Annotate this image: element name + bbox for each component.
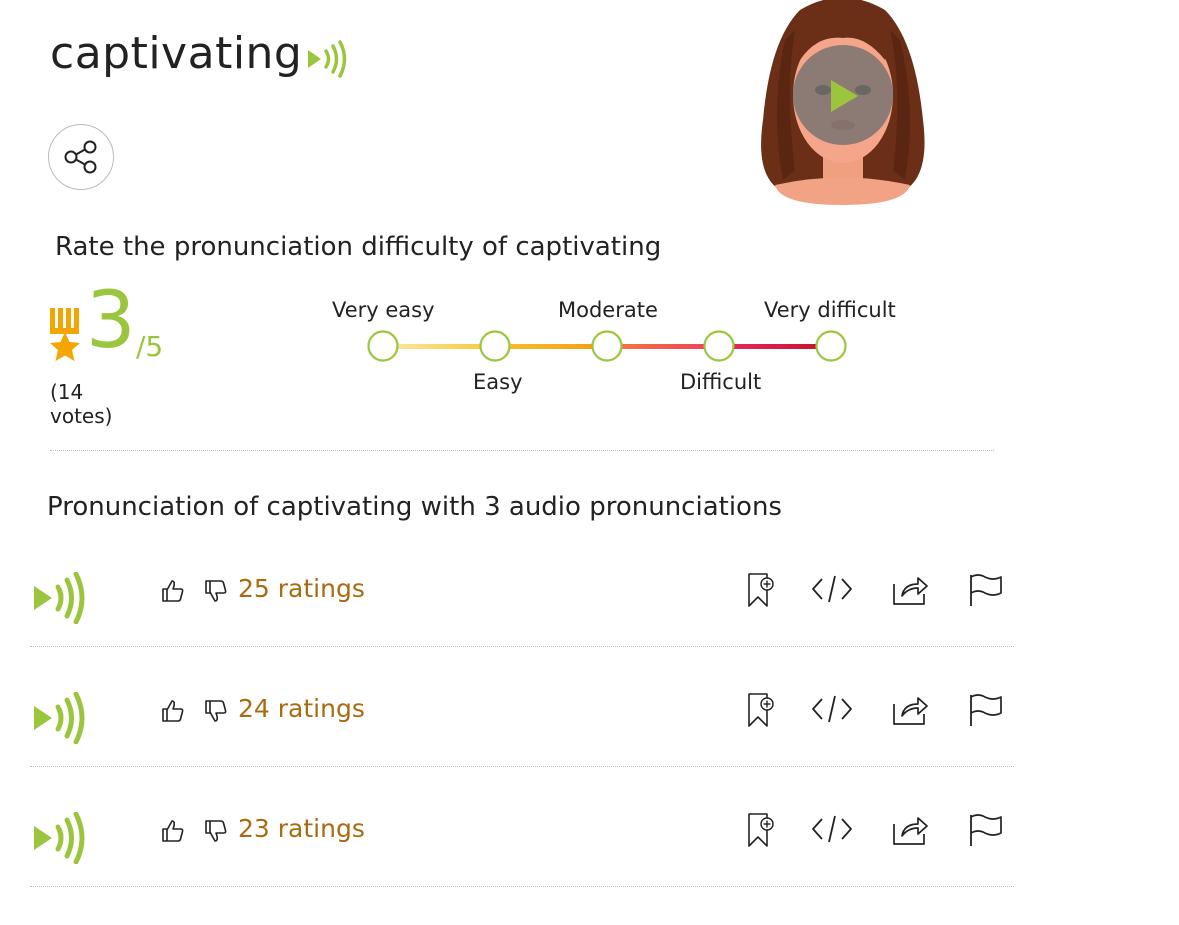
embed-button[interactable] [810, 692, 854, 730]
thumbs-down-button[interactable] [203, 578, 229, 608]
thumbs-up-icon [162, 700, 184, 722]
thumbs-up-icon [162, 580, 184, 602]
bookmark-add-icon [748, 573, 774, 607]
scale-option-4[interactable] [703, 330, 735, 362]
report-button[interactable] [966, 812, 1006, 852]
scale-track [367, 330, 847, 362]
embed-code-icon [812, 575, 852, 603]
embed-code-icon [812, 695, 852, 723]
score-value: 3 [86, 276, 136, 366]
bookmark-button[interactable] [745, 572, 777, 612]
rate-difficulty-heading: Rate the pronunciation difficulty of cap… [55, 232, 662, 262]
score-max: /5 [136, 330, 164, 363]
scale-label-easy: Easy [473, 370, 523, 394]
scale-option-1[interactable] [367, 330, 399, 362]
share-arrow-icon [893, 817, 928, 845]
flag-icon [970, 574, 1002, 606]
row-divider [30, 766, 1014, 767]
bookmark-add-icon [748, 813, 774, 847]
thumbs-down-button[interactable] [203, 818, 229, 848]
speaker-avatar[interactable] [755, 0, 930, 205]
share-pronunciation-button[interactable] [890, 692, 930, 732]
share-pronunciation-button[interactable] [890, 572, 930, 612]
embed-code-icon [812, 815, 852, 843]
votes-count: (14 votes) [50, 380, 113, 428]
flag-icon [970, 814, 1002, 846]
share-icon [64, 140, 97, 174]
report-button[interactable] [966, 692, 1006, 732]
pronunciations-heading: Pronunciation of captivating with 3 audi… [47, 492, 782, 522]
scale-label-very-difficult: Very difficult [764, 298, 896, 322]
thumbs-up-button[interactable] [160, 818, 186, 848]
pronunciation-play-button[interactable] [32, 691, 92, 748]
scale-label-difficult: Difficult [680, 370, 762, 394]
audio-speaker-icon [34, 811, 85, 865]
thumbs-down-button[interactable] [203, 698, 229, 728]
pronunciation-row: 23 ratings [0, 798, 1100, 878]
share-button[interactable] [48, 124, 114, 190]
ratings-count[interactable]: 25 ratings [238, 574, 365, 603]
thumbs-down-icon [205, 580, 227, 602]
bookmark-button[interactable] [745, 812, 777, 852]
ratings-count[interactable]: 24 ratings [238, 694, 365, 723]
ratings-count[interactable]: 23 ratings [238, 814, 365, 843]
share-arrow-icon [893, 697, 928, 725]
row-divider [30, 886, 1014, 887]
scale-option-2[interactable] [479, 330, 511, 362]
bookmark-button[interactable] [745, 692, 777, 732]
thumbs-up-icon [162, 820, 184, 842]
difficulty-scale: Very easy Moderate Very difficult Easy D… [332, 290, 905, 400]
thumbs-down-icon [205, 700, 227, 722]
audio-speaker-icon [308, 40, 347, 78]
thumbs-down-icon [205, 820, 227, 842]
scale-option-3[interactable] [591, 330, 623, 362]
bookmark-add-icon [748, 693, 774, 727]
pronunciation-row: 25 ratings [0, 558, 1100, 638]
word-title: captivating [50, 28, 303, 79]
scale-option-5[interactable] [815, 330, 847, 362]
thumbs-up-button[interactable] [160, 578, 186, 608]
embed-button[interactable] [810, 812, 854, 850]
pronunciation-play-button[interactable] [32, 811, 92, 868]
report-button[interactable] [966, 572, 1006, 612]
embed-button[interactable] [810, 572, 854, 610]
audio-speaker-icon [34, 691, 85, 745]
pronunciation-row: 24 ratings [0, 678, 1100, 758]
share-pronunciation-button[interactable] [890, 812, 930, 852]
scale-label-very-easy: Very easy [332, 298, 435, 322]
medal-icon [50, 308, 80, 361]
pronunciation-play-button[interactable] [32, 571, 92, 628]
share-arrow-icon [893, 577, 928, 605]
section-divider [50, 450, 994, 451]
thumbs-up-button[interactable] [160, 698, 186, 728]
audio-speaker-icon [34, 571, 85, 625]
scale-label-moderate: Moderate [558, 298, 658, 322]
row-divider [30, 646, 1014, 647]
flag-icon [970, 694, 1002, 726]
title-audio-button[interactable] [306, 40, 352, 82]
